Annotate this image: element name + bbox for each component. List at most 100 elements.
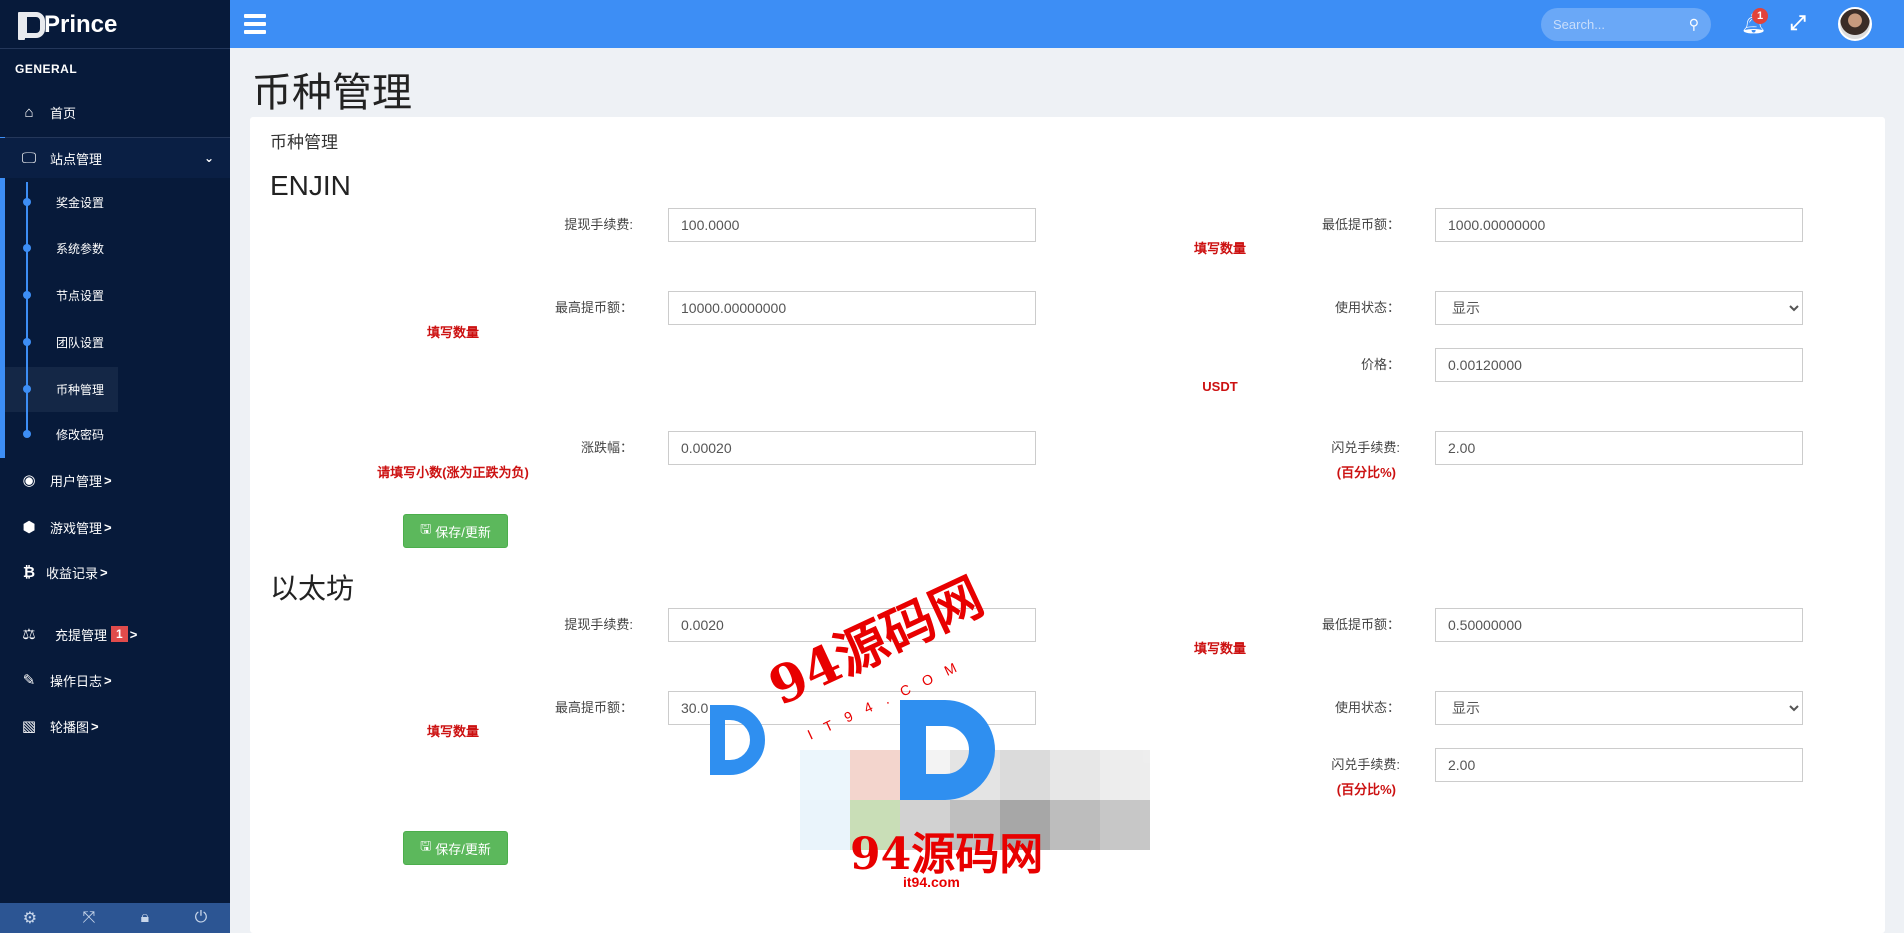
- sidebar-item-users[interactable]: ◉ 用户管理 >: [0, 460, 230, 500]
- search-input[interactable]: [1553, 17, 1673, 32]
- power-icon[interactable]: ⏻: [195, 909, 208, 927]
- search-box: ⚲: [1541, 8, 1711, 41]
- enjin-save-button[interactable]: 🖫 保存/更新: [403, 514, 508, 548]
- eth-swap-fee-input[interactable]: [1435, 748, 1803, 782]
- sidebar-item-carousel[interactable]: ▧ 轮播图 >: [0, 706, 230, 746]
- prince-logo-icon: [18, 10, 45, 40]
- withdraw-fee-label: 提现手续费:: [564, 617, 633, 632]
- save-icon: 🖫: [420, 838, 432, 853]
- chevron-right-icon: >: [104, 472, 112, 488]
- swap-fee-label: 闪兑手续费:: [1331, 440, 1400, 455]
- expand-icon[interactable]: ⤧: [82, 909, 95, 927]
- avatar[interactable]: [1838, 7, 1872, 41]
- count-badge: 1: [111, 626, 128, 642]
- submenu-label: 币种管理: [56, 382, 105, 397]
- sidebar-item-label: 游戏管理: [50, 520, 103, 536]
- hint-text: (百分比%): [1336, 782, 1396, 797]
- sidebar-item-label: 站点管理: [50, 151, 103, 167]
- price-label: 价格：: [1360, 357, 1400, 372]
- watermark-url: it94.com: [903, 874, 960, 890]
- sidebar-item-label: 首页: [50, 105, 77, 121]
- brand-name: Prince: [44, 11, 118, 38]
- submenu-label: 修改密码: [56, 427, 105, 442]
- submenu-change-password[interactable]: 修改密码: [0, 414, 230, 454]
- min-withdraw-label: 最低提币额：: [1321, 217, 1400, 232]
- status-label: 使用状态：: [1334, 700, 1400, 715]
- hint-text: 填写数量: [1193, 641, 1246, 656]
- eth-status-select[interactable]: 显示: [1435, 691, 1803, 725]
- notification-badge: 1: [1752, 8, 1768, 24]
- status-label: 使用状态：: [1334, 300, 1400, 315]
- save-icon: 🖫: [420, 521, 432, 536]
- enjin-status-select[interactable]: 显示: [1435, 291, 1803, 325]
- submenu-team-settings[interactable]: 团队设置: [0, 322, 230, 362]
- chevron-right-icon: >: [91, 718, 99, 734]
- enjin-withdraw-fee-input[interactable]: [668, 208, 1036, 242]
- enjin-change-input[interactable]: [668, 431, 1036, 465]
- eth-save-button[interactable]: 🖫 保存/更新: [403, 831, 508, 865]
- hint-text: (百分比%): [1336, 465, 1396, 480]
- withdraw-fee-label: 提现手续费:: [564, 217, 633, 232]
- coin-title-eth: 以太坊: [270, 573, 355, 604]
- section-label: GENERAL: [15, 62, 78, 76]
- page-title: 币种管理: [252, 71, 412, 115]
- hamburger-menu-icon[interactable]: [244, 14, 266, 34]
- submenu-node-settings[interactable]: 节点设置: [0, 275, 230, 315]
- sidebar: Prince GENERAL ⌂ 首页 🖵 站点管理 ⌄ 奖金设置 系统参数 节点设…: [0, 0, 230, 933]
- eth-min-withdraw-input[interactable]: [1435, 608, 1803, 642]
- button-label: 保存/更新: [435, 841, 491, 857]
- card-title: 币种管理: [270, 133, 338, 152]
- hint-text: 填写数量: [1193, 241, 1246, 256]
- sidebar-item-logs[interactable]: ✎ 操作日志 >: [0, 660, 230, 700]
- submenu-label: 团队设置: [56, 335, 105, 350]
- chevron-right-icon: >: [100, 564, 108, 580]
- enjin-max-withdraw-input[interactable]: [668, 291, 1036, 325]
- home-icon: ⌂: [24, 103, 34, 121]
- edit-icon: ✎: [22, 672, 36, 689]
- search-icon[interactable]: ⚲: [1689, 16, 1699, 33]
- sidebar-item-earnings[interactable]: ₿ 收益记录 >: [0, 552, 230, 592]
- submenu-bonus-settings[interactable]: 奖金设置: [0, 182, 230, 222]
- user-circle-icon: ◉: [22, 472, 36, 489]
- sidebar-item-games[interactable]: ⬢ 游戏管理 >: [0, 507, 230, 547]
- submenu-label: 系统参数: [56, 241, 105, 256]
- enjin-price-input[interactable]: [1435, 348, 1803, 382]
- max-withdraw-label: 最高提币额：: [554, 300, 633, 315]
- cube-icon: ⬢: [22, 519, 36, 536]
- balance-scale-icon: ⚖: [22, 626, 36, 643]
- monitor-icon: 🖵: [21, 149, 37, 167]
- chevron-right-icon: >: [129, 626, 138, 642]
- divider: [0, 48, 230, 49]
- chevron-right-icon: >: [104, 672, 112, 688]
- change-label: 涨跌幅：: [580, 440, 633, 455]
- enjin-min-withdraw-input[interactable]: [1435, 208, 1803, 242]
- enjin-swap-fee-input[interactable]: [1435, 431, 1803, 465]
- hint-text: 填写数量: [426, 325, 479, 340]
- chevron-down-icon: ⌄: [203, 151, 214, 165]
- chevron-right-icon: >: [104, 519, 112, 535]
- gear-icon[interactable]: ⚙: [23, 908, 37, 928]
- hint-text: 填写数量: [426, 724, 479, 739]
- sidebar-item-label: 用户管理: [50, 473, 103, 489]
- brand-logo[interactable]: Prince: [18, 8, 117, 42]
- sidebar-footer: ⚙ ⤧ 🔒︎ ⏻: [0, 903, 230, 933]
- submenu-label: 奖金设置: [56, 195, 105, 210]
- sidebar-item-label: 充提管理: [55, 627, 108, 643]
- sidebar-item-deposit-withdraw[interactable]: ⚖ 充提管理 1 >: [0, 614, 230, 654]
- sidebar-item-label: 操作日志: [50, 673, 103, 689]
- max-withdraw-label: 最高提币额：: [554, 700, 633, 715]
- sidebar-item-home[interactable]: ⌂ 首页: [0, 92, 230, 132]
- sidebar-item-label: 收益记录: [46, 565, 99, 581]
- hint-text: USDT: [1202, 379, 1238, 394]
- fullscreen-icon[interactable]: ⤢: [1790, 12, 1806, 35]
- button-label: 保存/更新: [435, 524, 491, 540]
- submenu-coin-management[interactable]: 币种管理: [0, 369, 230, 409]
- submenu-label: 节点设置: [56, 288, 105, 303]
- sidebar-item-site[interactable]: 🖵 站点管理 ⌄: [0, 138, 230, 178]
- top-header: ⚲ 🔔︎ 1 ⤢: [230, 0, 1904, 48]
- coin-title-enjin: ENJIN: [270, 170, 351, 201]
- lock-icon[interactable]: 🔒︎: [141, 909, 150, 927]
- sidebar-item-label: 轮播图: [50, 719, 90, 735]
- min-withdraw-label: 最低提币额：: [1321, 617, 1400, 632]
- submenu-system-params[interactable]: 系统参数: [0, 228, 230, 268]
